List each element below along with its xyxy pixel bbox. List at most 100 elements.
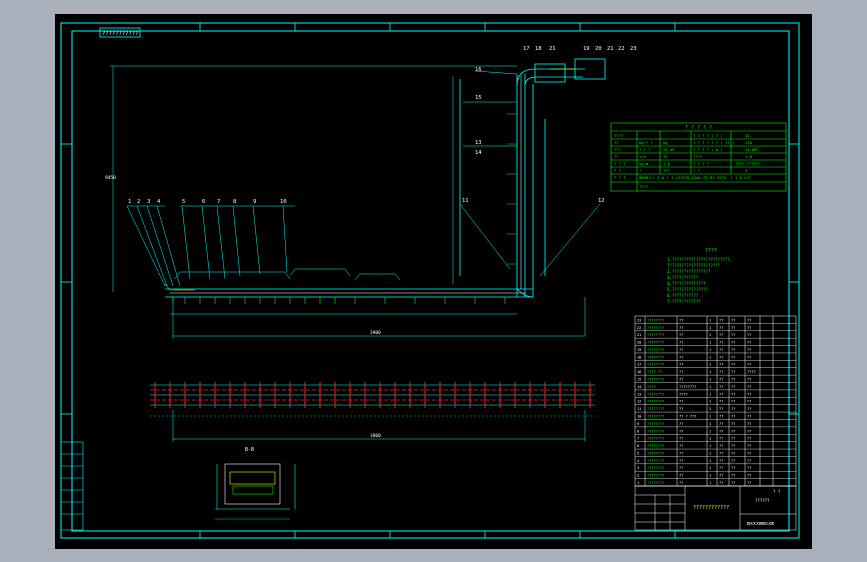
- parts-cell: 1: [709, 481, 711, 485]
- title-company: mxxxmmxxm: [747, 521, 774, 527]
- parts-cell: 7: [637, 437, 639, 441]
- svg-text:1.6: 1.6: [663, 161, 671, 166]
- svg-text:21: 21: [607, 46, 614, 52]
- parts-cell: ????????: [647, 407, 664, 411]
- parts-cell: ??: [747, 407, 751, 411]
- parts-cell: ??: [719, 474, 723, 478]
- svg-text:? ?: ? ?: [614, 168, 621, 173]
- parts-cell: ??: [731, 348, 735, 352]
- parts-cell: ??: [679, 326, 683, 330]
- parts-cell: ??: [747, 355, 751, 359]
- parts-cell: ??: [719, 370, 723, 374]
- part-labels-top: 17 18 21 19 20 21 22 23: [523, 46, 637, 52]
- parts-cell: ??: [679, 363, 683, 367]
- svg-text:4: 4: [157, 199, 161, 205]
- svg-text:t/h: t/h: [639, 154, 646, 159]
- svg-text:? ? ? ? ( ? ): ? ? ? ? ( ? ): [693, 133, 723, 138]
- parts-cell: ???? ??: [647, 370, 662, 374]
- parts-cell: ??: [731, 355, 735, 359]
- parts-cell: ??: [747, 466, 751, 470]
- svg-text:10: 10: [280, 199, 287, 205]
- parts-cell: ??: [719, 429, 723, 433]
- parts-cell: ??: [747, 363, 751, 367]
- parts-cell: ??: [731, 407, 735, 411]
- parts-cell: ??: [719, 333, 723, 337]
- parts-cell: ??: [679, 451, 683, 455]
- parts-cell: ????: [647, 385, 656, 389]
- svg-text:kg/m: kg/m: [639, 161, 649, 166]
- svg-text:? ? ? ? ? ? ( ?? ): ? ? ? ? ? ? ( ?? ): [693, 140, 734, 145]
- title-sheet: ? ?: [773, 489, 781, 494]
- parts-cell: ????????: [647, 400, 664, 404]
- title-designer: ??????: [755, 498, 770, 503]
- parts-cell: ??: [719, 385, 723, 389]
- parts-cell: ??: [719, 341, 723, 345]
- svg-text:8: 8: [233, 199, 236, 205]
- svg-text:18: 18: [535, 46, 542, 52]
- parts-cell: 11: [637, 407, 641, 411]
- parts-cell: ?? ? ???: [679, 414, 696, 418]
- parts-cell: ??: [679, 348, 683, 352]
- parts-cell: 8: [637, 429, 639, 433]
- parts-cell: ??: [679, 481, 683, 485]
- parts-cell: 1: [709, 459, 711, 463]
- parts-cell: ????????: [647, 348, 664, 352]
- svg-text:? ? ?: ? ? ?: [614, 175, 625, 180]
- parts-cell: ??: [731, 429, 735, 433]
- svg-text:3.???????????: 3.???????????: [667, 275, 699, 280]
- parts-cell: 1: [709, 326, 711, 330]
- svg-text:kg: kg: [663, 140, 668, 145]
- svg-text:2: 2: [137, 199, 140, 205]
- parts-cell: ??: [731, 444, 735, 448]
- cad-viewport[interactable]: ??????????? 1 2 3 4 5 6 7 8 9 10 17 18 2…: [55, 14, 812, 549]
- cad-drawing[interactable]: ??????????? 1 2 3 4 5 6 7 8 9 10 17 18 2…: [55, 14, 812, 549]
- svg-text:???: ???: [663, 168, 670, 173]
- parts-cell: ????: [747, 370, 756, 374]
- dim-height: 9450: [105, 175, 116, 181]
- svg-text:? ? ? ? ( m ): ? ? ? ? ( m ): [693, 147, 723, 152]
- parts-cell: ??: [731, 414, 735, 418]
- svg-text:??????????????????????: ??????????????????????: [667, 263, 721, 268]
- parts-cell: ????????: [647, 451, 664, 455]
- svg-text:Kg/? ?: Kg/? ?: [639, 140, 653, 145]
- parts-cell: ????????: [679, 385, 696, 389]
- svg-text:7: 7: [217, 199, 220, 205]
- svg-text:270: 270: [745, 140, 753, 145]
- parts-cell: ??: [747, 348, 751, 352]
- parts-cell: ????????: [647, 429, 664, 433]
- parts-cell: ??: [679, 341, 683, 345]
- parts-cell: 19: [637, 348, 641, 352]
- parts-cell: 12: [637, 400, 641, 404]
- parts-cell: ??: [679, 422, 683, 426]
- parts-cell: ??: [747, 474, 751, 478]
- parts-cell: 1: [709, 385, 711, 389]
- parts-cell: ??: [747, 481, 751, 485]
- svg-text:??: ??: [614, 140, 619, 145]
- parts-cell: 22: [637, 326, 641, 330]
- parts-cell: ????????: [647, 466, 664, 470]
- svg-text:32: 32: [745, 133, 750, 138]
- parts-cell: 1: [637, 481, 639, 485]
- svg-text:13: 13: [475, 140, 482, 146]
- parts-cell: ??: [719, 466, 723, 470]
- parts-cell: 6: [637, 444, 639, 448]
- parts-cell: 1: [709, 414, 711, 418]
- svg-text:??: ??: [614, 154, 619, 159]
- rollers: [164, 113, 517, 304]
- parts-cell: ??: [679, 474, 683, 478]
- parts-cell: 10: [637, 414, 641, 418]
- parts-cell: 16: [637, 370, 641, 374]
- parts-cell: 1: [709, 451, 711, 455]
- svg-text:?: ?: [639, 168, 641, 173]
- parts-cell: ????????: [647, 355, 664, 359]
- svg-text:21: 21: [549, 46, 556, 52]
- parts-cell: 18: [637, 355, 641, 359]
- svg-text:24.083: 24.083: [745, 147, 759, 152]
- svg-text:? ?: ? ?: [693, 168, 700, 173]
- section-view: B-B: [215, 447, 296, 520]
- parts-cell: ??: [679, 437, 683, 441]
- parts-cell: 9: [637, 422, 639, 426]
- parts-cell: 1: [709, 392, 711, 396]
- parts-cell: ??: [719, 378, 723, 382]
- parts-cell: ??: [747, 459, 751, 463]
